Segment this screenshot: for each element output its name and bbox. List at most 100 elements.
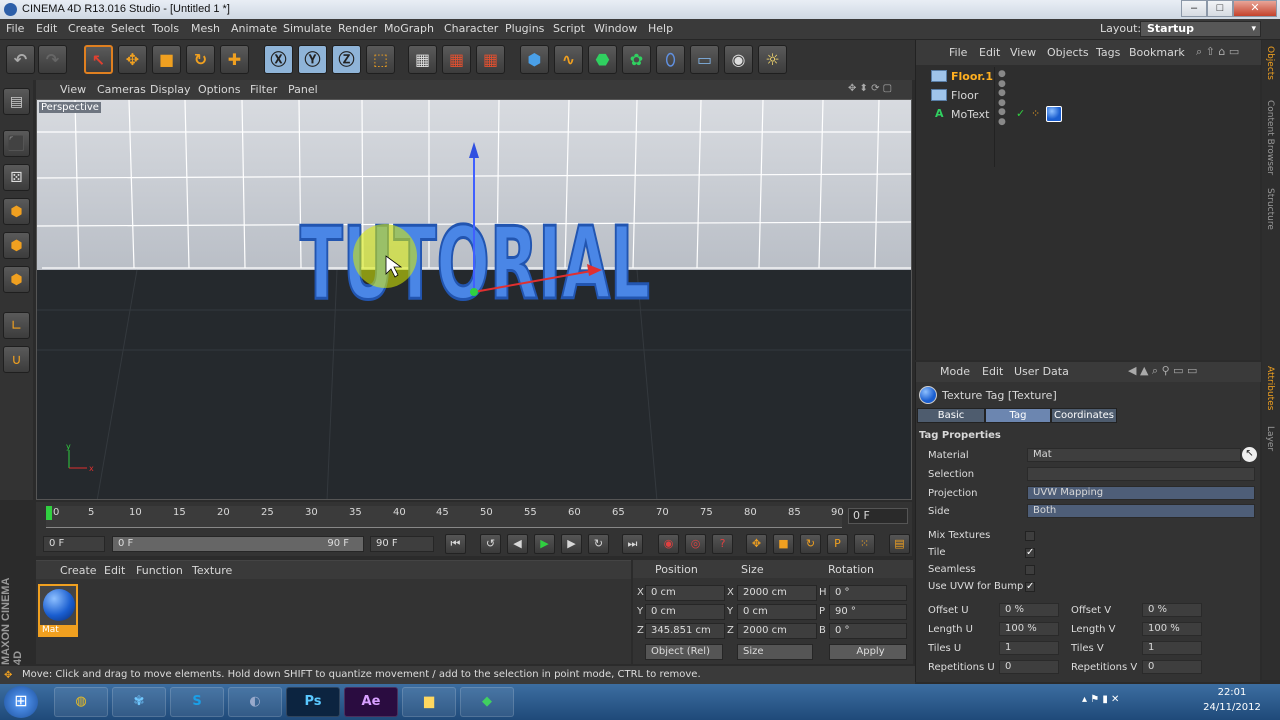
viewport-nav-icons[interactable]: ✥ ⬍ ⟳ ▢ (848, 83, 892, 94)
key-pla-icon[interactable]: ⁙ (854, 534, 875, 554)
nurbs-icon[interactable]: ⬣ (588, 45, 617, 74)
attributes-menu-user-data[interactable]: User Data (1014, 365, 1069, 378)
perspective-viewport[interactable]: TUTORIAL y x Perspective (36, 99, 912, 500)
points-mode-icon[interactable]: ⬢ (3, 198, 30, 225)
maximize-button[interactable]: □ (1207, 0, 1233, 17)
menu-select[interactable]: Select (111, 22, 145, 35)
use-uvw-bump-checkbox[interactable]: ✓ (1025, 582, 1035, 592)
chrome-taskbar-icon[interactable]: ◍ (54, 687, 108, 717)
clock-date[interactable]: 24/11/2012 (1202, 702, 1262, 713)
edges-mode-icon[interactable]: ⬢ (3, 232, 30, 259)
make-editable-icon[interactable]: ▤ (3, 88, 30, 115)
size-x-field[interactable]: 2000 cm (737, 585, 817, 601)
minimize-button[interactable]: – (1181, 0, 1207, 17)
redo-icon[interactable]: ↷ (38, 45, 67, 74)
position-z-field[interactable]: 345.851 cm (645, 623, 725, 639)
material-menu-function[interactable]: Function (136, 564, 183, 577)
key-position-icon[interactable]: ✥ (746, 534, 767, 554)
menu-simulate[interactable]: Simulate (283, 22, 332, 35)
previous-frame-icon[interactable]: ◀ (507, 534, 528, 554)
add-icon[interactable]: ✚ (220, 45, 249, 74)
attributes-menu-mode[interactable]: Mode (940, 365, 970, 378)
material-menu-create[interactable]: Create (60, 564, 97, 577)
offset-v-field[interactable]: 0 % (1142, 603, 1202, 617)
search-icon[interactable]: ⌕ ⇧ ⌂ ▭ (1196, 45, 1239, 59)
rotation-b-field[interactable]: 0 ° (829, 623, 907, 639)
previous-key-icon[interactable]: ↺ (480, 534, 501, 554)
polygons-mode-icon[interactable]: ⬢ (3, 266, 30, 293)
x-axis-lock-icon[interactable]: Ⓧ (264, 45, 293, 74)
skype-taskbar-icon[interactable]: S (170, 687, 224, 717)
tiles-u-field[interactable]: 1 (999, 641, 1059, 655)
tab-basic[interactable]: Basic (917, 408, 985, 423)
tab-coordinates[interactable]: Coordinates (1051, 408, 1117, 423)
objects-menu-edit[interactable]: Edit (979, 46, 1000, 59)
coordinate-system-icon[interactable]: ⬚ (366, 45, 395, 74)
y-axis-lock-icon[interactable]: Ⓨ (298, 45, 327, 74)
playhead[interactable] (46, 506, 52, 520)
next-frame-icon[interactable]: ▶ (561, 534, 582, 554)
menu-character[interactable]: Character (444, 22, 498, 35)
link-pick-icon[interactable]: ↖ (1242, 447, 1257, 462)
viewport-menu-panel[interactable]: Panel (288, 83, 318, 96)
key-parameter-icon[interactable]: P (827, 534, 848, 554)
frame-range-slider[interactable]: 0 F 90 F (112, 536, 364, 552)
viewport-menu-filter[interactable]: Filter (250, 83, 277, 96)
projection-select[interactable]: UVW Mapping (1027, 486, 1255, 500)
undo-icon[interactable]: ↶ (6, 45, 35, 74)
offset-u-field[interactable]: 0 % (999, 603, 1059, 617)
start-frame-field[interactable]: 0 F (43, 536, 105, 552)
menu-help[interactable]: Help (648, 22, 673, 35)
move-icon[interactable]: ✥ (118, 45, 147, 74)
windows-live-taskbar-icon[interactable]: ✾ (112, 687, 166, 717)
menu-plugins[interactable]: Plugins (505, 22, 544, 35)
side-tab-content-browser[interactable]: Content Browser (1265, 100, 1275, 175)
app-taskbar-icon[interactable]: ◆ (460, 687, 514, 717)
attribute-nav-icons[interactable]: ◀ ▲ ⌕ ⚲ ▭ ▭ (1128, 364, 1197, 378)
live-selection-icon[interactable]: ↖ (84, 45, 113, 74)
tab-tag[interactable]: Tag (985, 408, 1051, 423)
attributes-menu-edit[interactable]: Edit (982, 365, 1003, 378)
length-u-field[interactable]: 100 % (999, 622, 1059, 636)
scheme-icon[interactable]: ▤ (889, 534, 910, 554)
light-icon[interactable]: ☼ (758, 45, 787, 74)
key-rotation-icon[interactable]: ↻ (800, 534, 821, 554)
length-v-field[interactable]: 100 % (1142, 622, 1202, 636)
current-frame-field[interactable]: 0 F (848, 508, 908, 524)
object-pivot[interactable] (470, 288, 478, 296)
material-swatch-mat[interactable]: Mat (38, 584, 78, 637)
menu-animate[interactable]: Animate (231, 22, 277, 35)
objects-menu-tags[interactable]: Tags (1096, 46, 1120, 59)
render-view-icon[interactable]: ▦ (408, 45, 437, 74)
menu-render[interactable]: Render (338, 22, 377, 35)
repetitions-u-field[interactable]: 0 (999, 660, 1059, 674)
go-to-start-icon[interactable]: ⏮ (445, 534, 466, 554)
enabled-check-icon[interactable]: ✓ (1016, 107, 1025, 120)
menu-file[interactable]: File (6, 22, 24, 35)
close-button[interactable]: ✕ (1233, 0, 1277, 17)
rotate-icon[interactable]: ↻ (186, 45, 215, 74)
key-scale-icon[interactable]: ■ (773, 534, 794, 554)
texture-tag-icon[interactable] (1046, 106, 1062, 122)
visibility-dots[interactable]: ● ● (998, 107, 1006, 127)
repetitions-v-field[interactable]: 0 (1142, 660, 1202, 674)
keyframe-selection-icon[interactable]: ? (712, 534, 733, 554)
workplane-icon[interactable]: ∟ (3, 312, 30, 339)
array-icon[interactable]: ✿ (622, 45, 651, 74)
viewport-menu-view[interactable]: View (60, 83, 86, 96)
seamless-checkbox[interactable] (1025, 565, 1035, 575)
object-name[interactable]: Floor (951, 89, 978, 102)
render-settings-icon[interactable]: ▦ (476, 45, 505, 74)
menu-edit[interactable]: Edit (36, 22, 57, 35)
end-frame-field[interactable]: 90 F (370, 536, 434, 552)
menu-tools[interactable]: Tools (152, 22, 179, 35)
side-tab-structure[interactable]: Structure (1265, 188, 1275, 230)
layout-select[interactable]: Startup (1140, 21, 1261, 37)
objects-menu-bookmark[interactable]: Bookmark (1129, 46, 1185, 59)
model-mode-icon[interactable]: ⬛ (3, 130, 30, 157)
object-row-motext[interactable]: A MoText ● ● ✓ ⁘ (916, 105, 1261, 127)
selection-field[interactable] (1027, 467, 1255, 481)
clock-time[interactable]: 22:01 (1202, 687, 1262, 698)
apply-button[interactable]: Apply (829, 644, 907, 660)
menu-create[interactable]: Create (68, 22, 105, 35)
